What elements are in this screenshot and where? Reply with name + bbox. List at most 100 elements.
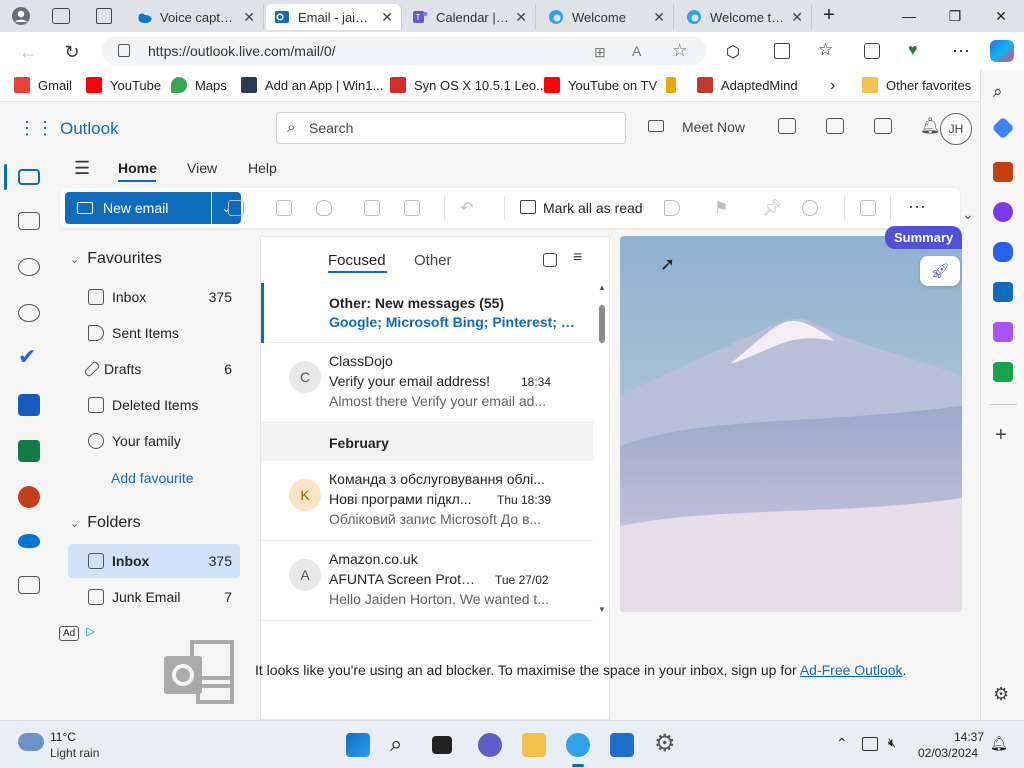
more-apps-icon[interactable]: [18, 576, 40, 594]
archive-icon[interactable]: [276, 200, 292, 216]
reply-icon[interactable]: ↶: [460, 198, 473, 218]
scroll-up-icon[interactable]: ▲: [598, 283, 606, 292]
fav-maps[interactable]: Maps: [171, 77, 227, 93]
close-tab-icon[interactable]: ✕: [515, 9, 527, 26]
back-button[interactable]: ←: [14, 38, 42, 66]
microsoft-365-icon[interactable]: [993, 242, 1013, 262]
search-icon[interactable]: ⌕: [390, 731, 402, 757]
onedrive-icon[interactable]: [18, 534, 40, 548]
select-icon[interactable]: [543, 253, 557, 267]
fav-deleted-items[interactable]: Deleted Items: [68, 388, 240, 422]
search-icon[interactable]: ⌕: [993, 82, 1003, 102]
restore-button[interactable]: ❐: [932, 0, 978, 32]
more-options-icon[interactable]: ···: [952, 40, 970, 61]
sweep-icon[interactable]: [364, 200, 380, 216]
clock-date[interactable]: 02/03/2024: [918, 746, 978, 760]
chat-icon[interactable]: [478, 733, 502, 757]
tab-voice-capture[interactable]: Voice capture ✕: [128, 4, 264, 30]
notification-bell-icon[interactable]: 🔔︎: [990, 735, 1008, 752]
pin-icon[interactable]: 📌︎: [762, 198, 782, 218]
word-icon[interactable]: [18, 394, 40, 416]
todo-icon[interactable]: ✔: [18, 344, 36, 370]
summary-button[interactable]: Summary: [885, 226, 963, 249]
hamburger-menu-icon[interactable]: ☰: [74, 158, 90, 179]
url-field[interactable]: https://outlook.live.com/mail/0/ ⊞ A ☆: [102, 37, 706, 65]
move-to-icon[interactable]: [404, 200, 420, 216]
drop-icon[interactable]: [993, 362, 1013, 382]
app-launcher-icon[interactable]: ⋮⋮: [18, 118, 54, 139]
profile-icon[interactable]: [8, 4, 34, 28]
tab-other[interactable]: Other: [414, 252, 452, 269]
tab-welcome-to[interactable]: Welcome to f ✕: [678, 4, 812, 30]
minimize-button[interactable]: —: [886, 0, 932, 32]
weather-cloud-icon[interactable]: [18, 733, 44, 751]
weather-description[interactable]: Light rain: [50, 746, 99, 760]
list-item[interactable]: A Amazon.co.uk AFUNTA Screen Protec... T…: [261, 541, 593, 621]
fav-drafts[interactable]: Drafts 6: [68, 352, 240, 386]
folder-inbox[interactable]: Inbox 375: [68, 544, 240, 578]
display-icon[interactable]: [862, 737, 878, 751]
folders-header[interactable]: ⌄ Folders: [70, 514, 141, 532]
designer-icon[interactable]: [993, 322, 1013, 342]
file-explorer-icon[interactable]: [522, 733, 546, 757]
close-tab-icon[interactable]: ✕: [243, 9, 255, 26]
new-email-button[interactable]: New email: [65, 192, 211, 224]
fav-your-family[interactable]: Your family: [68, 424, 240, 458]
refresh-button[interactable]: ↻: [58, 38, 86, 66]
list-item[interactable]: K Команда з обслуговування облі... Нові …: [261, 461, 593, 541]
microsoft-store-icon[interactable]: [610, 733, 634, 757]
chevron-up-icon[interactable]: ⌃: [836, 735, 848, 752]
tab-actions-icon[interactable]: [96, 8, 112, 24]
delete-icon[interactable]: [228, 200, 244, 216]
flag-icon[interactable]: ⚑: [714, 198, 728, 218]
copilot-icon[interactable]: [990, 40, 1014, 62]
scroll-down-icon[interactable]: ▼: [598, 605, 606, 614]
start-windows-icon[interactable]: [346, 733, 370, 757]
other-favorites[interactable]: Other favorites: [862, 77, 971, 93]
close-tab-icon[interactable]: ✕: [381, 9, 393, 26]
scrollbar-thumb[interactable]: [599, 305, 605, 343]
notifications-bell-icon[interactable]: 🔔︎: [920, 116, 940, 136]
apps-icon[interactable]: ⊞: [594, 44, 606, 61]
video-camera-icon[interactable]: [648, 120, 664, 132]
tab-home[interactable]: Home: [118, 160, 157, 176]
tools-icon[interactable]: [993, 162, 1013, 182]
fav-bitcoin[interactable]: [666, 77, 684, 93]
teams-icon[interactable]: [778, 118, 796, 134]
read-aloud-icon[interactable]: A: [632, 43, 641, 59]
mail-icon[interactable]: [18, 169, 40, 185]
tab-welcome[interactable]: Welcome ✕: [540, 4, 674, 30]
powerpoint-icon[interactable]: [18, 486, 40, 508]
tab-focused[interactable]: Focused: [328, 252, 386, 269]
mark-all-read-button[interactable]: Mark all as read: [543, 200, 643, 216]
settings-icon[interactable]: ⚙: [654, 729, 676, 758]
more-actions-icon[interactable]: ···: [908, 196, 926, 217]
groups-icon[interactable]: [18, 304, 40, 322]
fav-adaptedmind[interactable]: AdaptedMind: [697, 77, 798, 93]
fav-inbox[interactable]: Inbox 375: [68, 280, 240, 314]
tab-view[interactable]: View: [187, 160, 217, 176]
adchoices-icon[interactable]: ▷: [86, 624, 95, 638]
fav-gmail[interactable]: Gmail: [14, 77, 72, 93]
scrollbar[interactable]: ▲ ▼: [595, 283, 609, 617]
outlook-icon[interactable]: [993, 282, 1013, 302]
meet-now-button[interactable]: Meet Now: [682, 119, 745, 135]
folder-junk-email[interactable]: Junk Email 7: [68, 580, 240, 614]
favorites-icon[interactable]: ☆: [818, 40, 833, 60]
expand-ribbon-chevron-icon[interactable]: ⌄: [962, 206, 974, 223]
tab-help[interactable]: Help: [248, 160, 277, 176]
shopping-icon[interactable]: [991, 116, 1015, 140]
close-window-button[interactable]: ✕: [978, 0, 1024, 32]
performance-icon[interactable]: ♥: [908, 42, 918, 60]
volume-muted-icon[interactable]: 🔇︎: [888, 735, 896, 751]
close-tab-icon[interactable]: ✕: [791, 9, 803, 26]
list-item[interactable]: C ClassDojo Verify your email address! 1…: [261, 343, 593, 423]
snooze-icon[interactable]: [802, 200, 818, 216]
outlook-brand[interactable]: Outlook: [60, 119, 119, 139]
filter-icon[interactable]: ≡: [573, 249, 582, 267]
search-input[interactable]: ⌕ Search: [276, 112, 626, 144]
fav-youtube-tv[interactable]: YouTube on TV: [544, 77, 657, 93]
add-favourite-link[interactable]: Add favourite: [111, 470, 194, 486]
notes-icon[interactable]: [874, 118, 892, 134]
settings-icon[interactable]: ⚙: [993, 684, 1009, 705]
